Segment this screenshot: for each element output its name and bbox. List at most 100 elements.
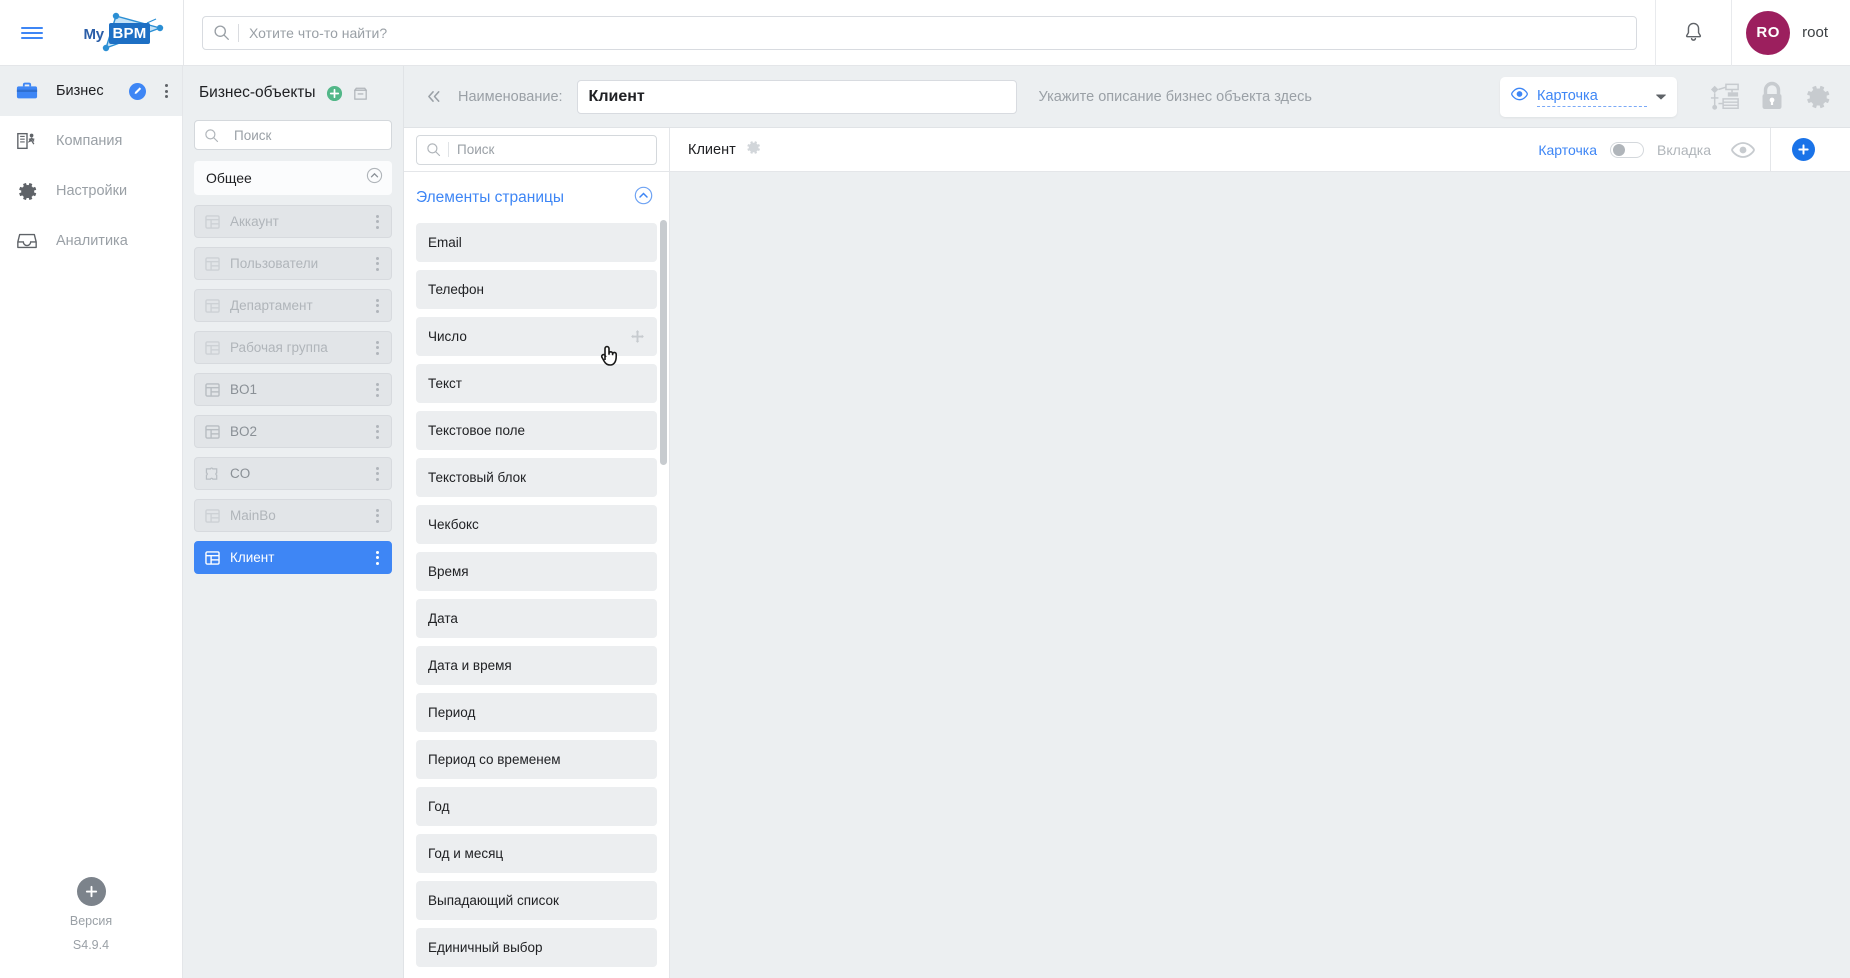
business-object-item[interactable]: CO bbox=[194, 457, 392, 490]
user-menu[interactable]: RO root bbox=[1731, 0, 1850, 66]
business-object-menu[interactable] bbox=[371, 298, 384, 313]
business-object-item[interactable]: BO1 bbox=[194, 373, 392, 406]
sidebar-item-label: Компания bbox=[56, 133, 123, 149]
objects-group-header[interactable]: Общее bbox=[194, 161, 392, 195]
add-element-container bbox=[1770, 127, 1836, 172]
page-element-item[interactable]: Телефон bbox=[416, 270, 657, 309]
user-name: root bbox=[1802, 24, 1828, 41]
business-object-label: MainBo bbox=[230, 508, 276, 523]
gear-icon bbox=[14, 180, 40, 203]
elements-search-input[interactable] bbox=[457, 142, 647, 157]
table-object-icon bbox=[205, 550, 226, 565]
archive-box-icon[interactable] bbox=[351, 84, 370, 102]
lock-icon[interactable] bbox=[1759, 81, 1785, 112]
move-arrows-icon[interactable] bbox=[630, 329, 645, 344]
sidebar-item-business[interactable]: Бизнес bbox=[0, 66, 182, 116]
search-divider bbox=[448, 142, 449, 157]
avatar: RO bbox=[1746, 10, 1791, 55]
chevron-up-circle-icon[interactable] bbox=[634, 186, 653, 210]
search-input[interactable] bbox=[249, 24, 1627, 41]
page-element-item[interactable]: Текстовое поле bbox=[416, 411, 657, 450]
application-root: My BPM RO root bbox=[0, 0, 1850, 978]
business-object-item[interactable]: BO2 bbox=[194, 415, 392, 448]
workflow-diagram-icon[interactable] bbox=[1709, 82, 1741, 112]
page-element-item[interactable]: Число bbox=[416, 317, 657, 356]
toggle-label-tab[interactable]: Вкладка bbox=[1657, 142, 1711, 158]
chevron-up-circle-icon[interactable] bbox=[366, 167, 383, 189]
eye-outline-icon[interactable] bbox=[1730, 141, 1756, 159]
main-toolbar: Наименование: Карточка bbox=[404, 66, 1850, 128]
page-element-item[interactable]: Дата и время bbox=[416, 646, 657, 685]
page-element-item[interactable]: Год bbox=[416, 787, 657, 826]
elements-search-box[interactable] bbox=[416, 134, 657, 165]
business-object-item[interactable]: Департамент bbox=[194, 289, 392, 322]
object-description-input[interactable] bbox=[1026, 79, 1490, 114]
business-object-item[interactable]: MainBo bbox=[194, 499, 392, 532]
elements-scrollbar[interactable] bbox=[660, 220, 667, 978]
sidebar-item-settings[interactable]: Настройки bbox=[0, 166, 182, 216]
business-object-label: Клиент bbox=[230, 550, 275, 565]
page-element-item[interactable]: Период со временем bbox=[416, 740, 657, 779]
page-element-item[interactable]: Выпадающий список bbox=[416, 881, 657, 920]
business-object-item[interactable]: Пользователи bbox=[194, 247, 392, 280]
business-object-item[interactable]: Клиент bbox=[194, 541, 392, 574]
caret-down-icon[interactable] bbox=[1655, 88, 1667, 106]
table-object-icon bbox=[205, 298, 226, 313]
page-element-item[interactable]: Дата bbox=[416, 599, 657, 638]
double-chevron-left-icon[interactable] bbox=[421, 89, 448, 104]
content-split: Элементы страницы Email Телефон Число Текст… bbox=[404, 172, 1850, 978]
gear-icon[interactable] bbox=[745, 139, 762, 161]
business-object-label: CO bbox=[230, 466, 251, 481]
business-object-label: Департамент bbox=[230, 298, 313, 313]
notifications-button[interactable] bbox=[1655, 0, 1731, 66]
business-object-menu[interactable] bbox=[371, 214, 384, 229]
plus-circle-icon[interactable] bbox=[76, 877, 106, 907]
plus-circle-blue-icon[interactable] bbox=[1792, 138, 1815, 161]
app-logo[interactable]: My BPM bbox=[64, 0, 184, 66]
page-element-item[interactable]: Текст bbox=[416, 364, 657, 403]
tab-client[interactable]: Клиент bbox=[688, 139, 762, 161]
page-element-item[interactable]: Период bbox=[416, 693, 657, 732]
business-object-menu[interactable] bbox=[371, 466, 384, 481]
form-design-canvas[interactable] bbox=[670, 172, 1850, 978]
business-object-menu[interactable] bbox=[371, 382, 384, 397]
global-search-box[interactable] bbox=[202, 15, 1638, 50]
eye-icon bbox=[1510, 87, 1529, 106]
search-icon bbox=[204, 128, 219, 143]
table-object-icon bbox=[205, 508, 226, 523]
business-object-menu[interactable] bbox=[371, 424, 384, 439]
page-element-item[interactable]: Время bbox=[416, 552, 657, 591]
business-object-menu[interactable] bbox=[371, 508, 384, 523]
business-object-label: BO1 bbox=[230, 382, 258, 397]
hamburger-menu-icon[interactable] bbox=[0, 24, 64, 42]
business-object-menu[interactable] bbox=[371, 256, 384, 271]
business-object-menu[interactable] bbox=[371, 340, 384, 355]
edit-pencil-icon[interactable] bbox=[129, 82, 146, 100]
page-element-item[interactable]: Год и месяц bbox=[416, 834, 657, 873]
page-element-item[interactable]: Email bbox=[416, 223, 657, 262]
add-circle-green-icon[interactable] bbox=[326, 85, 343, 102]
page-element-item[interactable]: Текстовый блок bbox=[416, 458, 657, 497]
version-label: Версия bbox=[69, 914, 113, 929]
business-object-menu[interactable] bbox=[371, 550, 384, 565]
business-object-item[interactable]: Аккаунт bbox=[194, 205, 392, 238]
sidebar-item-company[interactable]: Компания bbox=[0, 116, 182, 166]
object-name-input[interactable] bbox=[576, 79, 1017, 114]
objects-search-input[interactable] bbox=[234, 127, 411, 143]
view-mode-select[interactable]: Карточка bbox=[1500, 76, 1677, 117]
page-element-item[interactable]: Единичный выбор bbox=[416, 928, 657, 967]
page-elements-header[interactable]: Элементы страницы bbox=[404, 172, 669, 223]
scrollbar-thumb[interactable] bbox=[660, 220, 667, 465]
page-element-item[interactable]: Чекбокс bbox=[416, 505, 657, 544]
business-object-item[interactable]: Рабочая группа bbox=[194, 331, 392, 364]
sidebar-item-menu[interactable] bbox=[165, 84, 168, 98]
page-elements-list[interactable]: Email Телефон Число Текст Текстовое поле Текс… bbox=[404, 223, 669, 978]
toggle-label-card[interactable]: Карточка bbox=[1538, 142, 1597, 158]
objects-search-box[interactable] bbox=[194, 120, 411, 150]
sidebar-item-analytics[interactable]: Аналитика bbox=[0, 216, 182, 266]
table-object-icon bbox=[205, 382, 226, 397]
card-tab-toggle[interactable] bbox=[1610, 141, 1645, 158]
page-element-label: Число bbox=[428, 329, 467, 344]
puzzle-object-icon bbox=[205, 466, 226, 481]
gear-icon[interactable] bbox=[1803, 82, 1833, 112]
